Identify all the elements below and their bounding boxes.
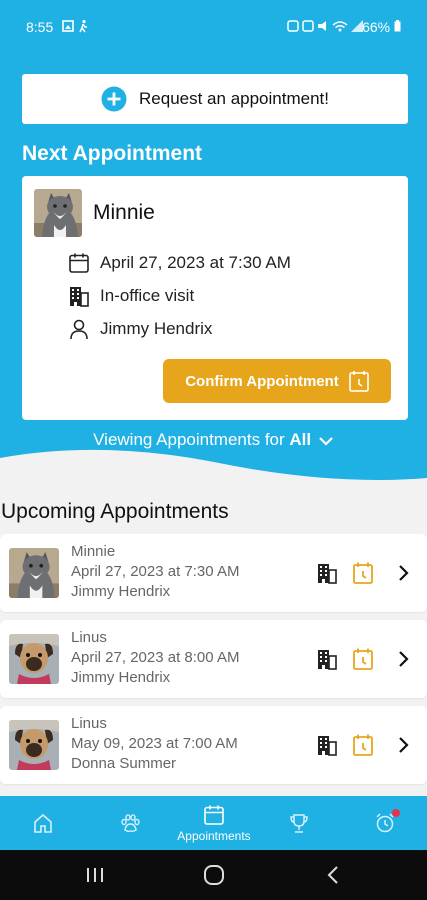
appointment-datetime: April 27, 2023 at 8:00 AM (71, 649, 240, 666)
nav-appointments-label: Appointments (177, 828, 251, 843)
status-time: 8:55 (26, 19, 54, 35)
next-appointment-card[interactable]: Minnie April 27, 2023 at 7:30 AM In-offi… (22, 176, 408, 420)
confirm-appointment-button[interactable]: Confirm Appointment (163, 359, 391, 403)
pet-avatar-dog (9, 634, 59, 684)
viewing-prefix: Viewing Appointments for (93, 430, 290, 449)
next-appointment-title: Next Appointment (22, 142, 203, 165)
appointment-row[interactable]: Linus April 27, 2023 at 8:00 AM Jimmy He… (0, 620, 427, 698)
appointment-pet: Linus (71, 715, 107, 732)
pet-avatar-cat (9, 548, 59, 598)
nav-home[interactable] (18, 796, 68, 850)
chevron-right-icon[interactable] (396, 649, 410, 669)
status-notification-icons (62, 19, 102, 36)
appointment-pet: Minnie (71, 543, 116, 560)
plus-circle-icon (101, 86, 127, 112)
next-datetime-row: April 27, 2023 at 7:30 AM (68, 252, 291, 274)
viewing-filter-dropdown[interactable]: Viewing Appointments for All (0, 430, 427, 450)
person-icon (70, 319, 88, 340)
nav-rewards[interactable] (274, 796, 324, 850)
paw-icon (121, 814, 140, 833)
next-doctor: Jimmy Hendrix (100, 319, 213, 338)
nav-appointments[interactable]: Appointments (168, 796, 260, 850)
calendar-clock-icon[interactable] (352, 647, 374, 671)
viewing-filter-value: All (289, 430, 312, 449)
status-battery: 66% (362, 19, 401, 35)
status-system-icons (287, 19, 367, 36)
chevron-down-icon (319, 436, 333, 446)
building-icon (70, 287, 89, 307)
appointment-row[interactable]: Linus May 09, 2023 at 7:00 AM Donna Summ… (0, 706, 427, 784)
appointment-details: Linus May 09, 2023 at 7:00 AM Donna Summ… (71, 714, 238, 774)
appointment-pet: Linus (71, 629, 107, 646)
calendar-clock-icon[interactable] (352, 733, 374, 757)
confirm-appointment-label: Confirm Appointment (185, 372, 339, 390)
status-bar: 8:55 66% (0, 0, 427, 54)
appointment-details: Minnie April 27, 2023 at 7:30 AM Jimmy H… (71, 542, 239, 602)
next-visit-type-row: In-office visit (68, 285, 194, 307)
nav-pets[interactable] (105, 796, 155, 850)
appointment-details: Linus April 27, 2023 at 8:00 AM Jimmy He… (71, 628, 239, 688)
battery-icon (394, 20, 401, 32)
building-icon (318, 564, 337, 584)
calendar-clock-icon[interactable] (352, 561, 374, 585)
battery-percent: 66% (362, 19, 391, 35)
recent-apps-icon[interactable] (86, 867, 104, 883)
next-visit-type: In-office visit (100, 286, 195, 305)
chevron-right-icon[interactable] (396, 735, 410, 755)
next-doctor-row: Jimmy Hendrix (68, 318, 212, 340)
bottom-navigation: Appointments (0, 796, 427, 850)
request-appointment-button[interactable]: Request an appointment! (22, 74, 408, 124)
appointment-datetime: April 27, 2023 at 7:30 AM (71, 563, 240, 580)
trophy-icon (290, 814, 308, 833)
gallery-walk-icon (62, 19, 87, 33)
nav-reminders[interactable] (360, 796, 410, 850)
back-icon[interactable] (326, 865, 340, 885)
system-navigation-bar (0, 850, 427, 900)
home-button-icon[interactable] (203, 865, 225, 885)
pet-avatar-cat (34, 189, 82, 237)
appointment-doctor: Jimmy Hendrix (71, 583, 171, 600)
request-appointment-label: Request an appointment! (139, 89, 329, 108)
signal-wifi-icon (287, 20, 363, 32)
next-pet-name: Minnie (93, 201, 155, 224)
appointment-doctor: Donna Summer (71, 755, 177, 772)
next-datetime: April 27, 2023 at 7:30 AM (100, 253, 291, 272)
appointment-doctor: Jimmy Hendrix (71, 669, 171, 686)
chevron-right-icon[interactable] (396, 563, 410, 583)
home-icon (34, 813, 52, 833)
calendar-icon (69, 253, 89, 273)
notification-dot (392, 809, 400, 817)
building-icon (318, 736, 337, 756)
calendar-clock-icon (348, 371, 369, 392)
calendar-icon (204, 805, 224, 825)
upcoming-appointments-title: Upcoming Appointments (1, 500, 229, 523)
pet-avatar-dog (9, 720, 59, 770)
appointment-datetime: May 09, 2023 at 7:00 AM (71, 735, 238, 752)
building-icon (318, 650, 337, 670)
appointment-row[interactable]: Minnie April 27, 2023 at 7:30 AM Jimmy H… (0, 534, 427, 612)
